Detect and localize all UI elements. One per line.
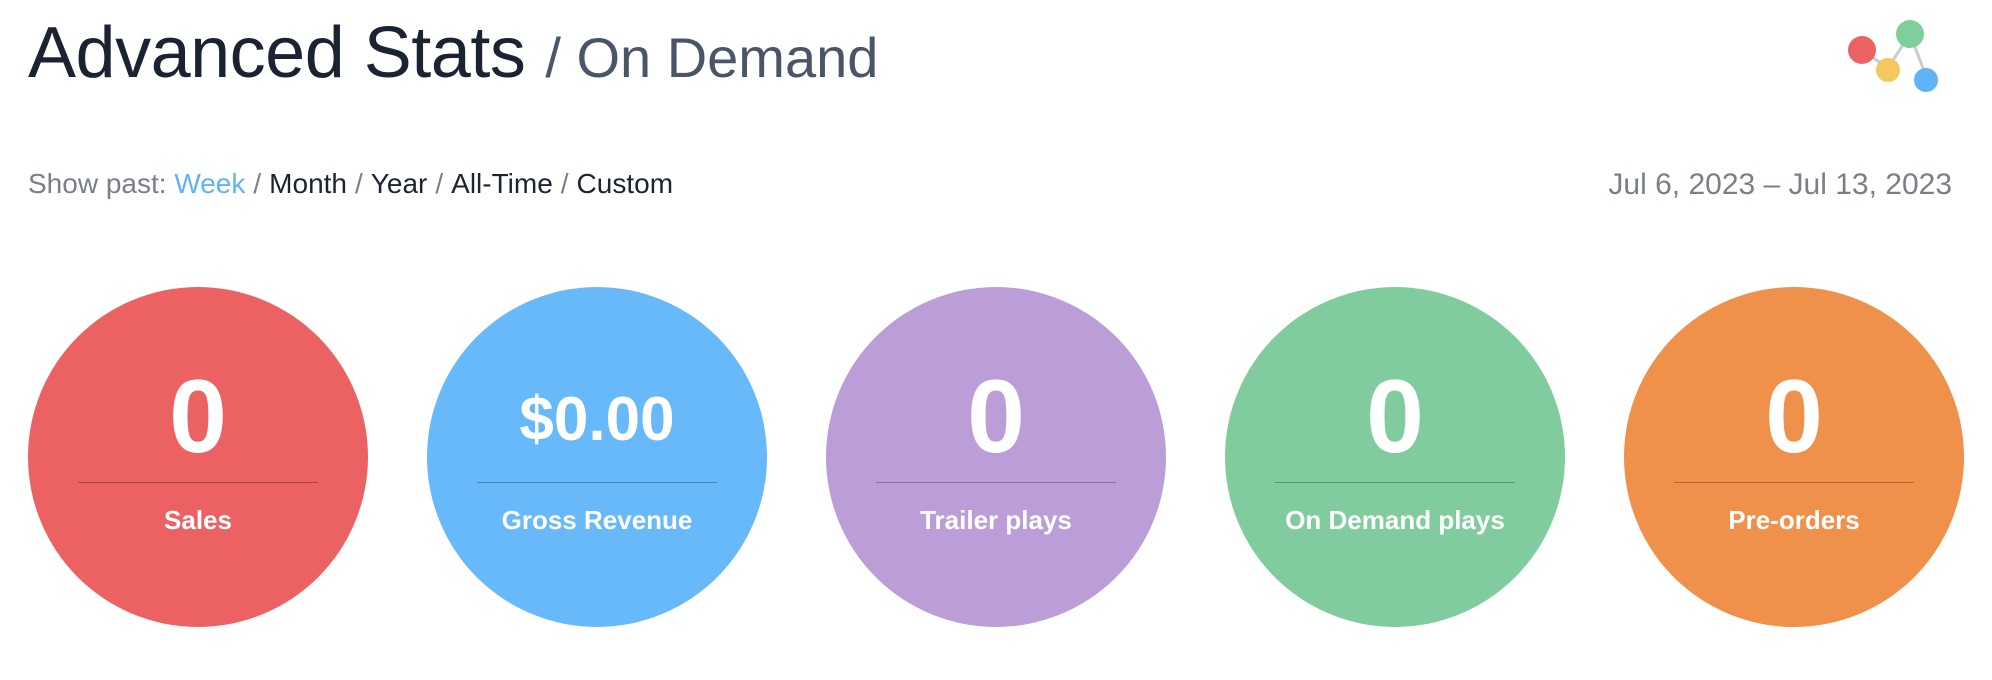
filter-option-year[interactable]: Year <box>371 168 428 199</box>
stat-label: Gross Revenue <box>501 505 693 535</box>
date-range: Jul 6, 2023 – Jul 13, 2023 <box>1608 168 1952 201</box>
filter-separator: / <box>435 168 444 199</box>
stat-label: Trailer plays <box>920 505 1072 535</box>
stat-circle-gross-revenue: $0.00 Gross Revenue <box>427 287 767 627</box>
stat-divider <box>876 482 1116 483</box>
filter-option-custom[interactable]: Custom <box>577 168 673 199</box>
stat-divider <box>1275 482 1515 483</box>
stat-circle-pre-orders: 0 Pre-orders <box>1624 287 1964 627</box>
stat-divider <box>78 482 318 483</box>
filter-option-month[interactable]: Month <box>269 168 347 199</box>
filter-prefix: Show past: <box>28 168 167 199</box>
stat-value: 0 <box>169 359 227 475</box>
stat-value: $0.00 <box>519 385 675 454</box>
filter-separator: / <box>355 168 363 199</box>
page-subtitle: / On Demand <box>545 26 879 89</box>
stat-circle-on-demand-plays: 0 On Demand plays <box>1225 287 1565 627</box>
stat-circle-sales: 0 Sales <box>28 287 368 627</box>
stat-value: 0 <box>967 359 1025 475</box>
filter-separator: / <box>560 168 569 199</box>
stat-value: 0 <box>1765 359 1823 475</box>
page-title: Advanced Stats <box>28 13 526 93</box>
stat-circle-trailer-plays: 0 Trailer plays <box>826 287 1166 627</box>
stat-label: Sales <box>164 505 232 535</box>
filter-separator: / <box>253 168 262 199</box>
filter-option-all-time[interactable]: All-Time <box>451 168 553 199</box>
stats-row: 0 Sales $0.00 Gross Revenue 0 Trailer plays 0 O… <box>28 287 1964 627</box>
stat-value: 0 <box>1366 359 1424 475</box>
stat-label: Pre-orders <box>1728 505 1860 535</box>
show-past-filter: Show past: Week / Month / Year / All-Time / Cust… <box>28 168 673 200</box>
stat-label: On Demand plays <box>1285 505 1505 535</box>
page-header: Advanced Stats / On Demand <box>28 12 878 94</box>
stat-divider <box>1674 482 1914 483</box>
network-nodes-logo-icon[interactable] <box>1840 14 1960 104</box>
filter-option-week[interactable]: Week <box>174 168 245 199</box>
stat-divider <box>477 482 717 483</box>
